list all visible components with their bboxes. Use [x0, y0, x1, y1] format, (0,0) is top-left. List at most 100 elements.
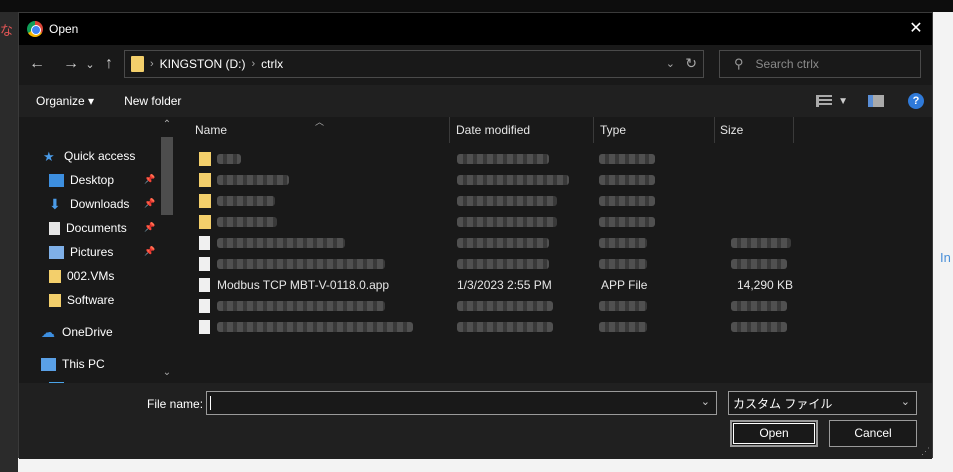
column-divider[interactable] — [449, 117, 450, 143]
pin-icon: 📌 — [144, 174, 156, 184]
navigation-pane-scrollbar[interactable]: ⌃ ⌄ — [159, 117, 175, 383]
organize-button[interactable]: Organize ▾ — [36, 94, 94, 108]
chevron-down-icon[interactable]: ⌄ — [666, 57, 675, 70]
background-window-left — [0, 12, 18, 472]
redacted-text — [599, 196, 655, 206]
preview-pane-icon[interactable] — [868, 95, 884, 107]
chevron-down-icon[interactable]: ⌄ — [901, 395, 910, 408]
redacted-text — [217, 238, 345, 248]
back-arrow-icon[interactable]: ← — [25, 55, 49, 73]
sidebar-item[interactable]: Documents — [49, 217, 127, 239]
sidebar-item-label: Software — [67, 293, 115, 307]
title-bar[interactable]: Open ✕ — [19, 13, 932, 45]
view-options-icon[interactable] — [816, 95, 833, 107]
refresh-icon[interactable]: ↻ — [685, 55, 697, 72]
column-size-label: Size — [720, 123, 744, 137]
sidebar-item[interactable]: ⬇ Downloads — [49, 193, 129, 215]
folder-icon — [49, 293, 61, 307]
sidebar-item[interactable]: Desktop — [49, 169, 114, 191]
sidebar-item[interactable]: ★ Quick access — [43, 145, 135, 167]
new-folder-button[interactable]: New folder — [124, 94, 181, 108]
file-type-value: カスタム ファイル — [733, 396, 833, 411]
sidebar-item-label: Downloads — [70, 197, 130, 211]
file-name-label: File name: — [147, 397, 204, 411]
search-icon: ⚲ — [734, 56, 744, 71]
scrollbar-thumb[interactable] — [161, 137, 173, 215]
open-file-dialog: Open ✕ ← → ⌄ ↑ › KINGSTON (D:) › ctrlx ⌄… — [18, 12, 933, 459]
chevron-down-icon[interactable]: ▼ — [838, 96, 848, 107]
redacted-text — [599, 217, 655, 227]
cancel-button[interactable]: Cancel — [829, 420, 917, 447]
file-row[interactable] — [179, 317, 819, 338]
redacted-text — [217, 259, 385, 269]
sidebar-item-label: Documents — [66, 221, 127, 235]
redacted-text — [599, 259, 647, 269]
folder-icon — [199, 215, 211, 229]
sidebar-item[interactable]: Software — [49, 289, 114, 311]
sidebar-item-label: OneDrive — [62, 325, 113, 339]
sidebar-item[interactable]: Pictures — [49, 241, 113, 263]
chevron-down-icon[interactable]: ⌄ — [701, 395, 710, 408]
folder-icon — [199, 173, 211, 187]
search-box[interactable]: ⚲ Search ctrlx — [719, 50, 921, 78]
chrome-app-icon — [27, 21, 43, 37]
file-row[interactable]: Modbus TCP MBT-V-0118.0.app 1/3/2023 2:55… — [179, 275, 819, 296]
file-row[interactable] — [179, 191, 819, 212]
redacted-text — [217, 196, 275, 206]
column-divider[interactable] — [593, 117, 594, 143]
breadcrumb-folder[interactable]: ctrlx — [261, 57, 283, 71]
help-icon[interactable]: ? — [908, 93, 924, 109]
navigation-bar: ← → ⌄ ↑ › KINGSTON (D:) › ctrlx ⌄ ↻ ⚲ Se… — [19, 45, 932, 83]
file-icon — [199, 257, 210, 271]
resize-grip-icon[interactable]: ⋰ — [921, 446, 930, 457]
recent-locations-chevron-icon[interactable]: ⌄ — [83, 58, 97, 71]
pictures-icon — [49, 245, 64, 259]
sidebar-item[interactable]: ☁ OneDrive — [41, 321, 113, 343]
redacted-text — [457, 301, 553, 311]
column-header-name[interactable]: Name — [195, 117, 227, 143]
column-header-type[interactable]: Type — [600, 117, 626, 143]
sidebar-item-label: Pictures — [70, 245, 114, 259]
close-icon[interactable]: ✕ — [904, 17, 928, 41]
file-name-input[interactable]: ⌄ — [206, 391, 717, 415]
file-row[interactable] — [179, 233, 819, 254]
redacted-text — [457, 154, 549, 164]
column-header-date[interactable]: Date modified — [456, 117, 530, 143]
forward-arrow-icon[interactable]: → — [59, 55, 83, 73]
redacted-text — [599, 322, 647, 332]
scroll-up-icon[interactable]: ⌃ — [159, 119, 175, 130]
background-link-fragment: In — [940, 250, 951, 265]
open-button[interactable]: Open — [730, 420, 818, 447]
file-icon — [199, 236, 210, 250]
column-divider[interactable] — [714, 117, 715, 143]
file-row[interactable] — [179, 170, 819, 191]
chevron-right-icon[interactable]: › — [150, 58, 154, 70]
scroll-down-icon[interactable]: ⌄ — [159, 367, 175, 378]
breadcrumb-drive[interactable]: KINGSTON (D:) — [160, 57, 246, 71]
file-row[interactable] — [179, 149, 819, 170]
command-bar: Organize ▾ New folder ▼ ? — [19, 85, 932, 117]
folder-icon — [199, 152, 211, 166]
cloud-icon: ☁ — [41, 323, 55, 340]
text-caret — [210, 396, 211, 410]
file-row[interactable] — [179, 254, 819, 275]
sidebar-item[interactable]: 002.VMs — [49, 265, 114, 287]
sidebar-item[interactable]: This PC — [41, 353, 105, 375]
search-placeholder: Search ctrlx — [755, 57, 819, 71]
file-row[interactable] — [179, 296, 819, 317]
chevron-right-icon[interactable]: › — [251, 58, 255, 70]
redacted-text — [217, 217, 277, 227]
pin-icon: 📌 — [144, 246, 156, 256]
address-bar[interactable]: › KINGSTON (D:) › ctrlx ⌄ ↻ — [124, 50, 704, 78]
file-type-select[interactable]: カスタム ファイル ⌄ — [728, 391, 917, 415]
column-date-label: Date modified — [456, 123, 531, 137]
redacted-text — [217, 301, 385, 311]
redacted-text — [599, 154, 655, 164]
redacted-text — [731, 259, 787, 269]
file-row[interactable] — [179, 212, 819, 233]
pin-icon: 📌 — [144, 222, 156, 232]
dialog-title: Open — [49, 22, 79, 36]
column-divider[interactable] — [793, 117, 794, 143]
up-arrow-icon[interactable]: ↑ — [97, 55, 121, 73]
column-header-size[interactable]: Size — [720, 117, 743, 143]
